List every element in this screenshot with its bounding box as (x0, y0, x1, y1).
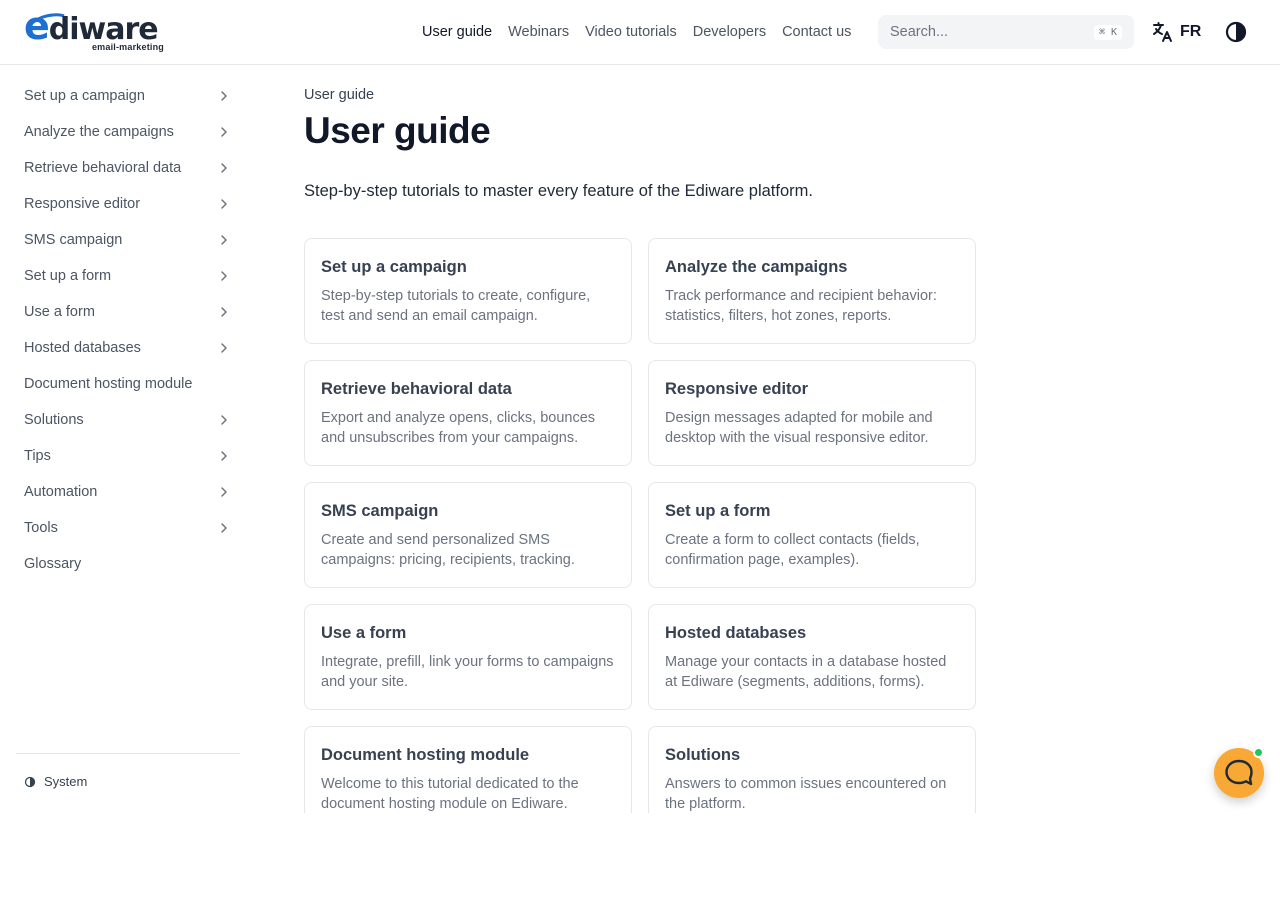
card-analyze-the-campaigns[interactable]: Analyze the campaigns Track performance a… (648, 238, 976, 344)
sidebar-item-label: Document hosting module (24, 376, 193, 392)
card-title: SMS campaign (321, 502, 439, 520)
nav-developers[interactable]: Developers (685, 24, 774, 40)
sidebar-item-label: Retrieve behavioral data (24, 160, 182, 176)
card-retrieve-behavioral-data[interactable]: Retrieve behavioral data Export and analy… (304, 360, 632, 466)
sidebar-item-retrieve-behavioral-data[interactable]: Retrieve behavioral data (16, 150, 240, 186)
sidebar-item-solutions[interactable]: Solutions (16, 402, 240, 438)
sidebar-item-label: Set up a form (24, 268, 112, 284)
chevron-right-icon (221, 451, 227, 461)
card-set-up-a-campaign[interactable]: Set up a campaign Step-by-step tutorials … (304, 238, 632, 344)
ediware-logo[interactable]: ediware email-marketing (24, 7, 166, 56)
contrast-icon (24, 776, 36, 787)
card-solutions[interactable]: Solutions Answers to common issues encoun… (648, 726, 976, 813)
card-use-a-form[interactable]: Use a form Integrate, prefill, link your … (304, 604, 632, 710)
sidebar-divider (16, 753, 240, 754)
chevron-right-icon (221, 307, 227, 317)
sidebar-item-set-up-a-form[interactable]: Set up a form (16, 258, 240, 294)
card-description: Welcome to this tutorial dedicated to th… (321, 776, 579, 812)
card-title: Solutions (665, 746, 741, 764)
card-description: Manage your contacts in a database hoste… (665, 654, 947, 690)
card-title: Use a form (321, 624, 407, 642)
nav-contact-us[interactable]: Contact us (774, 24, 859, 40)
card-grid: Set up a campaign Step-by-step tutorials … (304, 238, 984, 813)
search-input[interactable]: Search... ⌘ K (878, 15, 1134, 49)
logo-tagline: email-marketing (91, 42, 164, 52)
card-grid-viewport: Set up a campaign Step-by-step tutorials … (304, 238, 984, 813)
chevron-right-icon (221, 523, 227, 533)
sidebar-item-label: Set up a campaign (24, 88, 145, 104)
card-title: Analyze the campaigns (665, 258, 848, 276)
card-description: Answers to common issues encountered on … (665, 776, 947, 812)
card-set-up-a-form[interactable]: Set up a form Create a form to collect co… (648, 482, 976, 588)
page-title: User guide (304, 110, 491, 151)
sidebar-item-tools[interactable]: Tools (16, 510, 240, 546)
sidebar-item-label: Use a form (24, 304, 95, 320)
sidebar-item-use-a-form[interactable]: Use a form (16, 294, 240, 330)
contrast-icon (1225, 21, 1247, 43)
card-title: Hosted databases (665, 624, 807, 642)
search-shortcut-badge: ⌘ K (1093, 24, 1122, 40)
page-description: Step-by-step tutorials to master every f… (304, 182, 813, 200)
card-description: Step-by-step tutorials to create, config… (321, 288, 591, 324)
sidebar-item-hosted-databases[interactable]: Hosted databases (16, 330, 240, 366)
online-status-dot (1253, 747, 1264, 758)
sidebar-item-label: Solutions (24, 412, 84, 428)
sidebar-item-tips[interactable]: Tips (16, 438, 240, 474)
sidebar-item-document-hosting-module[interactable]: Document hosting module (16, 366, 240, 402)
sidebar-item-analyze-the-campaigns[interactable]: Analyze the campaigns (16, 114, 240, 150)
card-hosted-databases[interactable]: Hosted databases Manage your contacts in … (648, 604, 976, 710)
sidebar-item-set-up-a-campaign[interactable]: Set up a campaign (16, 78, 240, 114)
language-label: FR (1180, 23, 1202, 40)
chevron-right-icon (221, 127, 227, 137)
sidebar-item-responsive-editor[interactable]: Responsive editor (16, 186, 240, 222)
chevron-right-icon (221, 343, 227, 353)
chevron-right-icon (221, 271, 227, 281)
card-description: Integrate, prefill, link your forms to c… (321, 654, 614, 690)
nav-user-guide[interactable]: User guide (414, 24, 500, 40)
chevron-right-icon (221, 487, 227, 497)
chevron-right-icon (221, 91, 227, 101)
card-description: Design messages adapted for mobile and d… (665, 410, 933, 446)
chat-bubble-icon (1225, 759, 1253, 786)
theme-toggle-button[interactable] (1224, 20, 1248, 44)
card-sms-campaign[interactable]: SMS campaign Create and send personalized… (304, 482, 632, 588)
language-switch-button[interactable]: FR (1150, 18, 1201, 46)
sidebar-item-label: SMS campaign (24, 232, 123, 248)
site-header: ediware email-marketing User guide Webin… (0, 0, 1280, 65)
sidebar-item-label: Analyze the campaigns (24, 124, 174, 140)
sidebar-item-label: Automation (24, 484, 98, 500)
card-title: Responsive editor (665, 380, 809, 398)
theme-mode-label: System (44, 774, 88, 789)
sidebar-item-label: Glossary (24, 556, 82, 572)
sidebar-item-glossary[interactable]: Glossary (16, 546, 240, 582)
card-description: Create a form to collect contacts (field… (665, 532, 920, 568)
chevron-right-icon (221, 199, 227, 209)
chevron-right-icon (221, 235, 227, 245)
sidebar-item-label: Tools (24, 520, 58, 536)
search-placeholder: Search... (890, 24, 949, 40)
chevron-right-icon (221, 415, 227, 425)
sidebar-item-label: Responsive editor (24, 196, 141, 212)
card-document-hosting-module[interactable]: Document hosting module Welcome to this t… (304, 726, 632, 813)
sidebar-item-automation[interactable]: Automation (16, 474, 240, 510)
card-title: Document hosting module (321, 746, 530, 764)
chevron-right-icon (221, 163, 227, 173)
nav-video-tutorials[interactable]: Video tutorials (577, 24, 685, 40)
card-title: Set up a campaign (321, 258, 467, 276)
translate-icon (1153, 22, 1172, 42)
card-title: Set up a form (665, 502, 771, 520)
sidebar-item-sms-campaign[interactable]: SMS campaign (16, 222, 240, 258)
nav-webinars[interactable]: Webinars (500, 24, 577, 40)
breadcrumb[interactable]: User guide (304, 87, 374, 103)
sidebar-item-label: Hosted databases (24, 340, 141, 356)
sidebar-item-label: Tips (24, 448, 51, 464)
card-responsive-editor[interactable]: Responsive editor Design messages adapted… (648, 360, 976, 466)
top-navigation: User guide Webinars Video tutorials Deve… (414, 0, 859, 64)
card-description: Create and send personalized SMS campaig… (321, 532, 575, 568)
theme-mode-selector[interactable]: System (24, 774, 87, 789)
card-description: Export and analyze opens, clicks, bounce… (321, 410, 596, 446)
sidebar: Set up a campaign Analyze the campaigns … (16, 78, 240, 582)
card-description: Track performance and recipient behavior… (665, 288, 937, 324)
card-title: Retrieve behavioral data (321, 380, 512, 398)
